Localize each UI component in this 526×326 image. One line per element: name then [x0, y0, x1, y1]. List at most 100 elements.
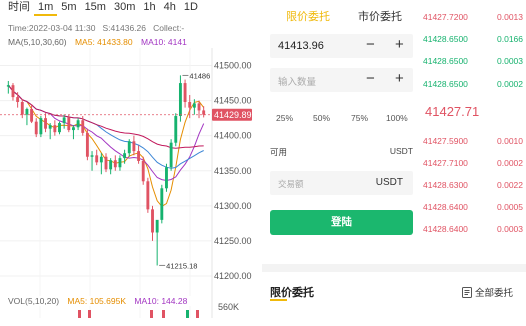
candle-body: [67, 117, 71, 131]
candle-body: [76, 120, 80, 128]
orderbook-qty: 0.0003: [497, 56, 523, 66]
candle-body: [118, 158, 122, 168]
candle-body: [123, 153, 127, 159]
candle-body: [155, 219, 159, 233]
order-panel: 限价委托 市价委托 41413.96 − + 输入数量 − + 25% 50% …: [262, 0, 526, 326]
candle-body: [72, 127, 75, 131]
quantity-minus-button[interactable]: −: [366, 71, 375, 87]
orderbook-row[interactable]: 41428.6500 0.0003: [422, 56, 526, 68]
price-field[interactable]: 41413.96 − +: [270, 34, 413, 58]
open-orders-title[interactable]: 限价委托: [270, 284, 314, 300]
orderbook-row[interactable]: 41428.6400 0.0003: [422, 224, 526, 236]
orderbook-row[interactable]: 41428.6300 0.0022: [422, 180, 526, 192]
candle-body: [192, 103, 196, 108]
price-value[interactable]: 41413.96: [278, 40, 324, 52]
y-tick-label: 41350.00: [214, 166, 252, 176]
available-unit: USDT: [389, 146, 413, 156]
candle-body: [188, 102, 192, 108]
info-s: S:41436.26: [102, 23, 146, 33]
current-price-label: 41429.89: [214, 110, 252, 120]
orderbook-price: 41428.6500: [423, 56, 468, 66]
candle-body: [34, 121, 38, 135]
orderbook-qty: 0.0022: [497, 180, 523, 190]
orderbook-row[interactable]: 41428.6500 0.0166: [422, 34, 526, 46]
candle-body: [141, 160, 145, 182]
quantity-placeholder[interactable]: 输入数量: [278, 74, 316, 88]
all-orders-link[interactable]: 全部委托: [462, 285, 513, 299]
login-button[interactable]: 登陆: [270, 210, 413, 235]
tab-limit-order[interactable]: 限价委托: [286, 8, 330, 24]
candle-body: [6, 85, 10, 87]
volume-bar: [150, 310, 153, 318]
orderbook-qty: 0.0013: [497, 12, 523, 22]
candle-body: [146, 181, 150, 210]
document-list-icon: [462, 286, 472, 298]
y-tick-label: 41200.00: [214, 271, 252, 281]
price-plus-button[interactable]: +: [395, 37, 404, 53]
timeframe-1h[interactable]: 1h: [139, 0, 159, 16]
orderbook-price: 41427.5900: [423, 136, 468, 146]
available-label: 可用: [270, 147, 288, 157]
volume-bar: [196, 310, 199, 318]
candle-body: [104, 156, 108, 170]
candle-body: [178, 83, 182, 117]
candle-body: [53, 125, 57, 133]
vol-ma5-label: MA5: 105.695K: [67, 296, 127, 306]
candlestick-chart[interactable]: 41500.00 41450.00 41400.00 41350.00 41300.00…: [0, 48, 262, 318]
candle-body: [169, 142, 173, 168]
timeframe-5m[interactable]: 5m: [57, 0, 80, 16]
orderbook-row[interactable]: 41427.7100 0.0002: [422, 158, 526, 170]
pct-100[interactable]: 100%: [386, 113, 408, 123]
candle-body: [174, 116, 178, 143]
section-divider: [262, 264, 526, 272]
orderbook-row[interactable]: 41427.7200 0.0013: [422, 12, 526, 24]
candle-body: [85, 132, 89, 157]
quantity-plus-button[interactable]: +: [395, 71, 404, 87]
candle-body: [127, 141, 131, 154]
timeframe-1d[interactable]: 1D: [180, 0, 202, 16]
tab-market-order[interactable]: 市价委托: [358, 8, 402, 24]
orderbook-qty: 0.0002: [497, 158, 523, 168]
candle-body: [202, 110, 206, 115]
orderbook-price: 41427.7200: [423, 12, 468, 22]
info-collect: Collect:-: [153, 23, 185, 33]
pct-50[interactable]: 50%: [313, 113, 330, 123]
candle-body: [137, 151, 140, 161]
amount-field[interactable]: 交易额 USDT: [270, 171, 413, 195]
orderbook-price: 41428.6500: [423, 79, 468, 89]
available-row: 可用 USDT: [270, 146, 413, 158]
timeframe-30m[interactable]: 30m: [110, 0, 139, 16]
pct-25[interactable]: 25%: [276, 113, 293, 123]
timeframe-bar: 时间 1m 5m 15m 30m 1h 4h 1D: [8, 0, 202, 16]
timeframe-4h[interactable]: 4h: [160, 0, 180, 16]
timeframe-1m[interactable]: 1m: [34, 0, 58, 16]
orderbook-row[interactable]: 41428.6500 0.0002: [422, 79, 526, 91]
orderbook-row[interactable]: 41427.5900 0.0010: [422, 136, 526, 148]
candle-body: [99, 156, 103, 163]
volume-bar: [88, 310, 91, 318]
amount-placeholder[interactable]: 交易额: [278, 178, 304, 190]
timeframe-time[interactable]: 时间: [8, 0, 34, 16]
quantity-field[interactable]: 输入数量 − +: [270, 68, 413, 92]
y-tick-label: 41500.00: [214, 61, 252, 71]
price-minus-button[interactable]: −: [366, 37, 375, 53]
pct-75[interactable]: 75%: [351, 113, 368, 123]
candle-body: [90, 155, 94, 157]
y-tick-label: 41250.00: [214, 236, 252, 246]
timeframe-15m[interactable]: 15m: [81, 0, 110, 16]
vol-ma10-label: MA10: 144.28: [134, 296, 188, 306]
y-tick-label: 41450.00: [214, 96, 252, 106]
all-orders-label[interactable]: 全部委托: [475, 285, 513, 299]
candle-body: [48, 125, 52, 129]
orderbook-row[interactable]: 41428.6400 0.0005: [422, 202, 526, 214]
candle-body: [20, 102, 24, 115]
ma5-label: MA5: 41433.80: [74, 37, 133, 47]
candle-body: [16, 97, 20, 103]
y-tick-label: 41300.00: [214, 201, 252, 211]
ma-legend: MA(5,10,30,60) MA5: 41433.80 MA10: 4141: [8, 37, 193, 47]
candle-body: [197, 103, 201, 111]
volume-legend: VOL(5,10,20) MA5: 105.695K MA10: 144.28: [8, 296, 194, 306]
y-tick-label: 41400.00: [214, 131, 252, 141]
open-orders-underline: [270, 299, 287, 301]
orderbook-price: 41428.6500: [423, 34, 468, 44]
